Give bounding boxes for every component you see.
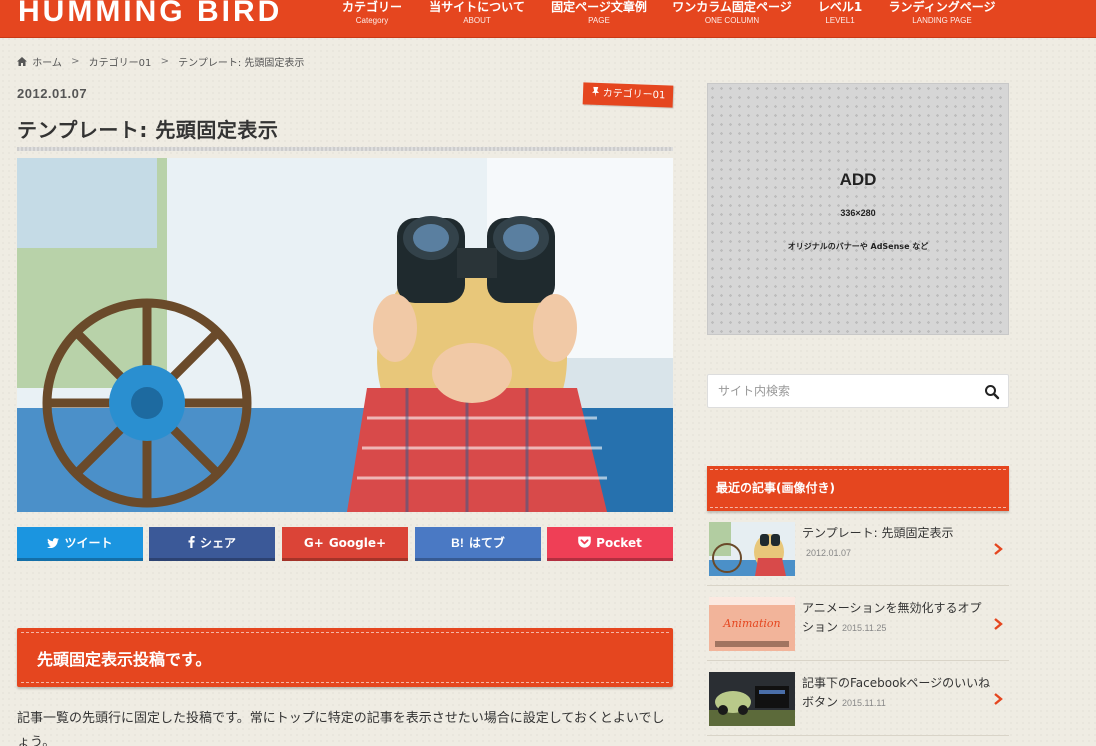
breadcrumb-separator: > — [71, 56, 80, 67]
google-plus-icon: G+ — [303, 536, 324, 550]
pocket-icon — [578, 536, 591, 548]
post-date: 2012.01.07 — [17, 86, 88, 101]
home-icon — [17, 57, 27, 66]
share-label: はてブ — [468, 536, 505, 550]
recent-posts-title: 最近の記事(画像付き) — [716, 481, 835, 495]
share-label: Google+ — [328, 536, 387, 550]
hatena-bookmark-button[interactable]: B! はてブ — [415, 527, 541, 561]
nav-label: カテゴリー — [341, 0, 402, 14]
search-input[interactable] — [718, 375, 968, 407]
nav-item-page[interactable]: 固定ページ文章例 PAGE — [550, 0, 648, 27]
hatena-icon: B! — [451, 536, 464, 550]
recent-post-date: 2015.11.11 — [842, 698, 886, 708]
nav-label: ランディングページ — [888, 0, 996, 14]
google-plus-share-button[interactable]: G+ Google+ — [282, 527, 408, 561]
recent-post-thumbnail — [709, 522, 795, 576]
ad-placeholder[interactable]: ADD 336×280 オリジナルのバナーや AdSense など — [707, 83, 1009, 335]
share-label: ツイート — [64, 536, 113, 550]
twitter-icon — [47, 538, 60, 549]
pin-icon — [591, 86, 599, 97]
recent-post-text: 記事下のFacebookページのいいねボタン 2015.11.11 — [802, 674, 992, 713]
breadcrumb-category[interactable]: カテゴリー01 — [89, 58, 152, 69]
ad-note: オリジナルのバナーや AdSense など — [787, 242, 929, 251]
category-label[interactable]: カテゴリー01 — [582, 82, 674, 108]
nav-sublabel: ABOUT — [463, 16, 491, 25]
share-label: シェア — [199, 536, 236, 550]
breadcrumb-home[interactable]: ホーム — [32, 58, 62, 69]
nav-sublabel: ONE COLUMN — [704, 16, 760, 25]
tweet-button[interactable]: ツイート — [17, 527, 143, 561]
title-divider — [17, 147, 673, 151]
nav-item-category[interactable]: カテゴリー Category — [340, 0, 404, 27]
breadcrumb: ホーム > カテゴリー01 > テンプレート: 先頭固定表示 — [17, 54, 304, 69]
nav-item-about[interactable]: 当サイトについて ABOUT — [428, 0, 526, 27]
recent-post-text: テンプレート: 先頭固定表示 2012.01.07 — [802, 524, 992, 563]
site-logo[interactable]: HUMMING BIRD — [18, 0, 282, 32]
nav-sublabel: Category — [355, 16, 389, 25]
site-header: HUMMING BIRD カテゴリー Category 当サイトについて ABO… — [0, 0, 1096, 38]
content-heading: 先頭固定表示投稿です。 — [17, 628, 673, 687]
nav-label: レベル1 — [817, 0, 863, 14]
pocket-button[interactable]: Pocket — [547, 527, 673, 561]
nav-label: ワンカラム固定ページ — [672, 0, 792, 14]
recent-post-thumbnail — [709, 672, 795, 726]
nav-sublabel: PAGE — [588, 16, 610, 25]
post-title: テンプレート: 先頭固定表示 — [17, 118, 279, 142]
nav-item-level1[interactable]: レベル1 LEVEL1 — [816, 0, 864, 27]
search-icon[interactable] — [984, 384, 1000, 400]
recent-post-item[interactable]: 記事下のFacebookページのいいねボタン 2015.11.11 — [707, 662, 1009, 736]
chevron-right-icon — [994, 543, 1003, 555]
chevron-right-icon — [994, 693, 1003, 705]
nav-item-landing-page[interactable]: ランディングページ LANDING PAGE — [886, 0, 998, 27]
nav-label: 当サイトについて — [429, 0, 525, 14]
category-label-text: カテゴリー01 — [602, 88, 666, 102]
nav-sublabel: LEVEL1 — [825, 16, 855, 25]
facebook-share-button[interactable]: シェア — [149, 527, 275, 561]
nav-label: 固定ページ文章例 — [551, 0, 647, 14]
content-heading-text: 先頭固定表示投稿です。 — [37, 650, 212, 669]
chevron-right-icon — [994, 618, 1003, 630]
post-body: 記事一覧の先頭行に固定した投稿です。常にトップに特定の記事を表示させたい場合に設… — [17, 711, 665, 746]
site-search — [707, 374, 1009, 408]
recent-post-text: アニメーションを無効化するオプション 2015.11.25 — [802, 599, 992, 638]
girl-with-binoculars-illustration — [17, 158, 673, 512]
nav-item-one-column[interactable]: ワンカラム固定ページ ONE COLUMN — [671, 0, 793, 27]
nav-sublabel: LANDING PAGE — [912, 16, 972, 25]
breadcrumb-current: テンプレート: 先頭固定表示 — [178, 58, 305, 69]
recent-post-date: 2015.11.25 — [842, 623, 887, 633]
recent-post-title: テンプレート: 先頭固定表示 — [802, 526, 954, 540]
breadcrumb-separator: > — [160, 56, 169, 67]
recent-post-title: 記事下のFacebookページのいいねボタン — [802, 676, 991, 709]
recent-post-item[interactable]: テンプレート: 先頭固定表示 2012.01.07 — [707, 512, 1009, 586]
svg-text:Animation: Animation — [722, 617, 780, 630]
facebook-icon — [188, 536, 195, 548]
recent-post-date: 2012.01.07 — [806, 548, 852, 558]
featured-image — [17, 158, 673, 512]
share-label: Pocket — [596, 536, 642, 550]
recent-post-title: アニメーションを無効化するオプション — [802, 601, 982, 634]
recent-post-thumbnail: Animation — [709, 597, 795, 651]
recent-posts-heading: 最近の記事(画像付き) — [707, 466, 1009, 511]
ad-title: ADD — [839, 170, 877, 189]
ad-size: 336×280 — [840, 208, 876, 218]
recent-post-item[interactable]: Animation アニメーションを無効化するオプション 2015.11.25 — [707, 587, 1009, 661]
